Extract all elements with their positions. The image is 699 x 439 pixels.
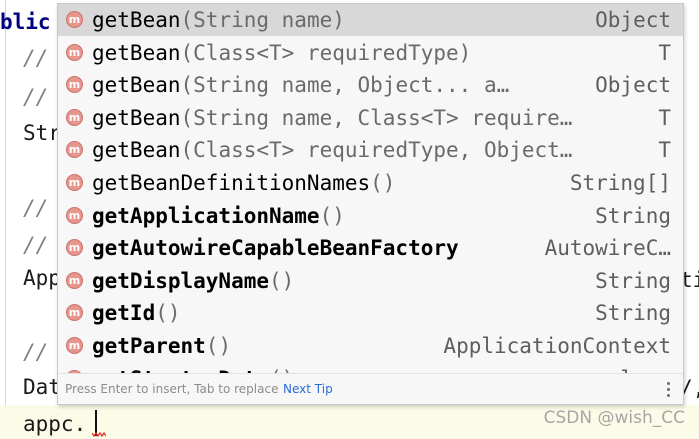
popup-footer: Press Enter to insert, Tab to replace Ne…	[58, 373, 683, 404]
method-params: (String name, Class<T> require…	[180, 105, 573, 130]
method-signature: getBean(Class<T> requiredType, Object…	[92, 136, 572, 164]
method-icon: m	[66, 141, 83, 159]
method-signature: getDisplayName()	[92, 267, 294, 295]
code-line: //	[23, 340, 49, 364]
method-params: (Class<T> requiredType)	[180, 40, 472, 65]
completion-item[interactable]: m getAutowireCapableBeanFactory AutowireC…	[58, 232, 683, 264]
current-line-text[interactable]: appc.	[23, 412, 86, 436]
return-type: String	[595, 268, 671, 293]
method-name: getApplicationName	[92, 203, 320, 228]
return-type: ApplicationContext	[443, 334, 671, 358]
method-params: ()	[269, 268, 295, 293]
method-icon: m	[66, 174, 83, 191]
method-name: getAutowireCapableBeanFactory	[92, 236, 459, 261]
method-name: getBean	[92, 8, 181, 32]
method-params: ()	[205, 334, 232, 358]
code-line: //	[23, 46, 49, 70]
method-signature: getBean(String name, Class<T> require…	[92, 104, 572, 132]
method-signature: getAutowireCapableBeanFactory	[92, 234, 459, 262]
method-name: getBean	[92, 138, 181, 163]
code-line: blic	[0, 10, 51, 34]
method-signature: getBean(String name)	[92, 6, 345, 34]
completion-item[interactable]: m getBean(String name, Object... a… Object	[58, 69, 683, 101]
method-name: getId	[92, 301, 156, 326]
code-line: //	[23, 196, 49, 220]
code-line: //	[23, 233, 49, 257]
method-params: ()	[155, 301, 181, 326]
completion-item[interactable]: m getBean(Class<T> requiredType, Object… T	[58, 134, 683, 166]
completion-item[interactable]: m getId() String	[58, 297, 683, 329]
completion-item[interactable]: m getParent() ApplicationContext	[58, 330, 683, 362]
completion-item[interactable]: m getBeanDefinitionNames() String[]	[58, 167, 683, 199]
method-icon: m	[66, 11, 83, 28]
method-icon: m	[66, 271, 83, 289]
return-type: Object	[595, 8, 671, 32]
method-signature: getBean(String name, Object... a…	[92, 71, 509, 99]
code-line: Str	[23, 121, 61, 145]
method-icon: m	[66, 108, 83, 126]
return-type: String[]	[569, 171, 671, 195]
method-icon: m	[66, 239, 83, 257]
method-params: (Class<T> requiredType, Object…	[180, 138, 573, 163]
method-icon: m	[66, 304, 83, 322]
completion-item[interactable]: m getBean(Class<T> requiredType) T	[58, 37, 683, 69]
method-params: (String name)	[180, 8, 345, 32]
indent-guide	[5, 0, 6, 405]
return-type: String	[595, 301, 671, 326]
method-icon: m	[66, 43, 83, 61]
method-name: getBean	[92, 105, 181, 130]
footer-hint: Press Enter to insert, Tab to replace	[65, 382, 279, 396]
completion-item[interactable]: m getBean(String name) Object	[58, 4, 683, 36]
method-icon: m	[66, 337, 83, 354]
completion-item[interactable]: m getDisplayName() String	[58, 265, 683, 297]
method-name: getBean	[92, 73, 181, 98]
watermark: CSDN @wish_CC	[543, 408, 685, 428]
method-signature: getBean(Class<T> requiredType)	[92, 39, 471, 67]
completion-item[interactable]: m getApplicationName() String	[58, 200, 683, 232]
method-name: getBean	[92, 40, 181, 65]
code-line: App	[23, 266, 61, 290]
method-icon: m	[66, 76, 83, 94]
completion-item[interactable]: m getBean(String name, Class<T> require… T	[58, 102, 683, 134]
error-squiggle	[92, 432, 106, 437]
method-name: getBeanDefinitionNames	[92, 171, 371, 195]
method-params: ()	[370, 171, 396, 195]
return-type: Object	[595, 73, 671, 98]
method-signature: getBeanDefinitionNames()	[92, 169, 395, 197]
return-type: String	[595, 203, 671, 228]
return-type: T	[658, 105, 671, 130]
return-type: T	[658, 138, 671, 163]
method-signature: getParent()	[92, 332, 231, 360]
method-params: ()	[319, 203, 345, 228]
method-name: getDisplayName	[92, 268, 270, 293]
method-name: getParent	[92, 334, 206, 358]
return-type: T	[658, 40, 671, 65]
completion-popup[interactable]: m getBean(String name) Object m getBean(Clas…	[57, 3, 684, 405]
code-line: Dat	[23, 375, 61, 399]
method-icon: m	[66, 206, 83, 224]
completion-list[interactable]: m getBean(String name) Object m getBean(Clas…	[58, 4, 683, 374]
method-signature: getId()	[92, 299, 181, 327]
code-line: //	[23, 85, 49, 109]
next-tip-link[interactable]: Next Tip	[283, 382, 333, 396]
more-options-icon[interactable]	[667, 380, 671, 398]
method-signature: getApplicationName()	[92, 202, 345, 230]
return-type: AutowireC…	[544, 236, 671, 261]
method-params: (String name, Object... a…	[180, 73, 510, 98]
